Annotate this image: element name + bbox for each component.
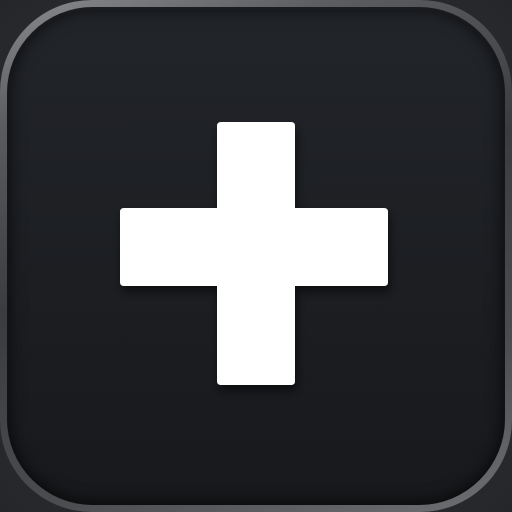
plus-shape (120, 122, 388, 385)
icon-canvas (0, 0, 512, 512)
plus-icon (7, 7, 505, 505)
app-icon-button[interactable] (0, 0, 512, 512)
app-icon-face (7, 7, 505, 505)
